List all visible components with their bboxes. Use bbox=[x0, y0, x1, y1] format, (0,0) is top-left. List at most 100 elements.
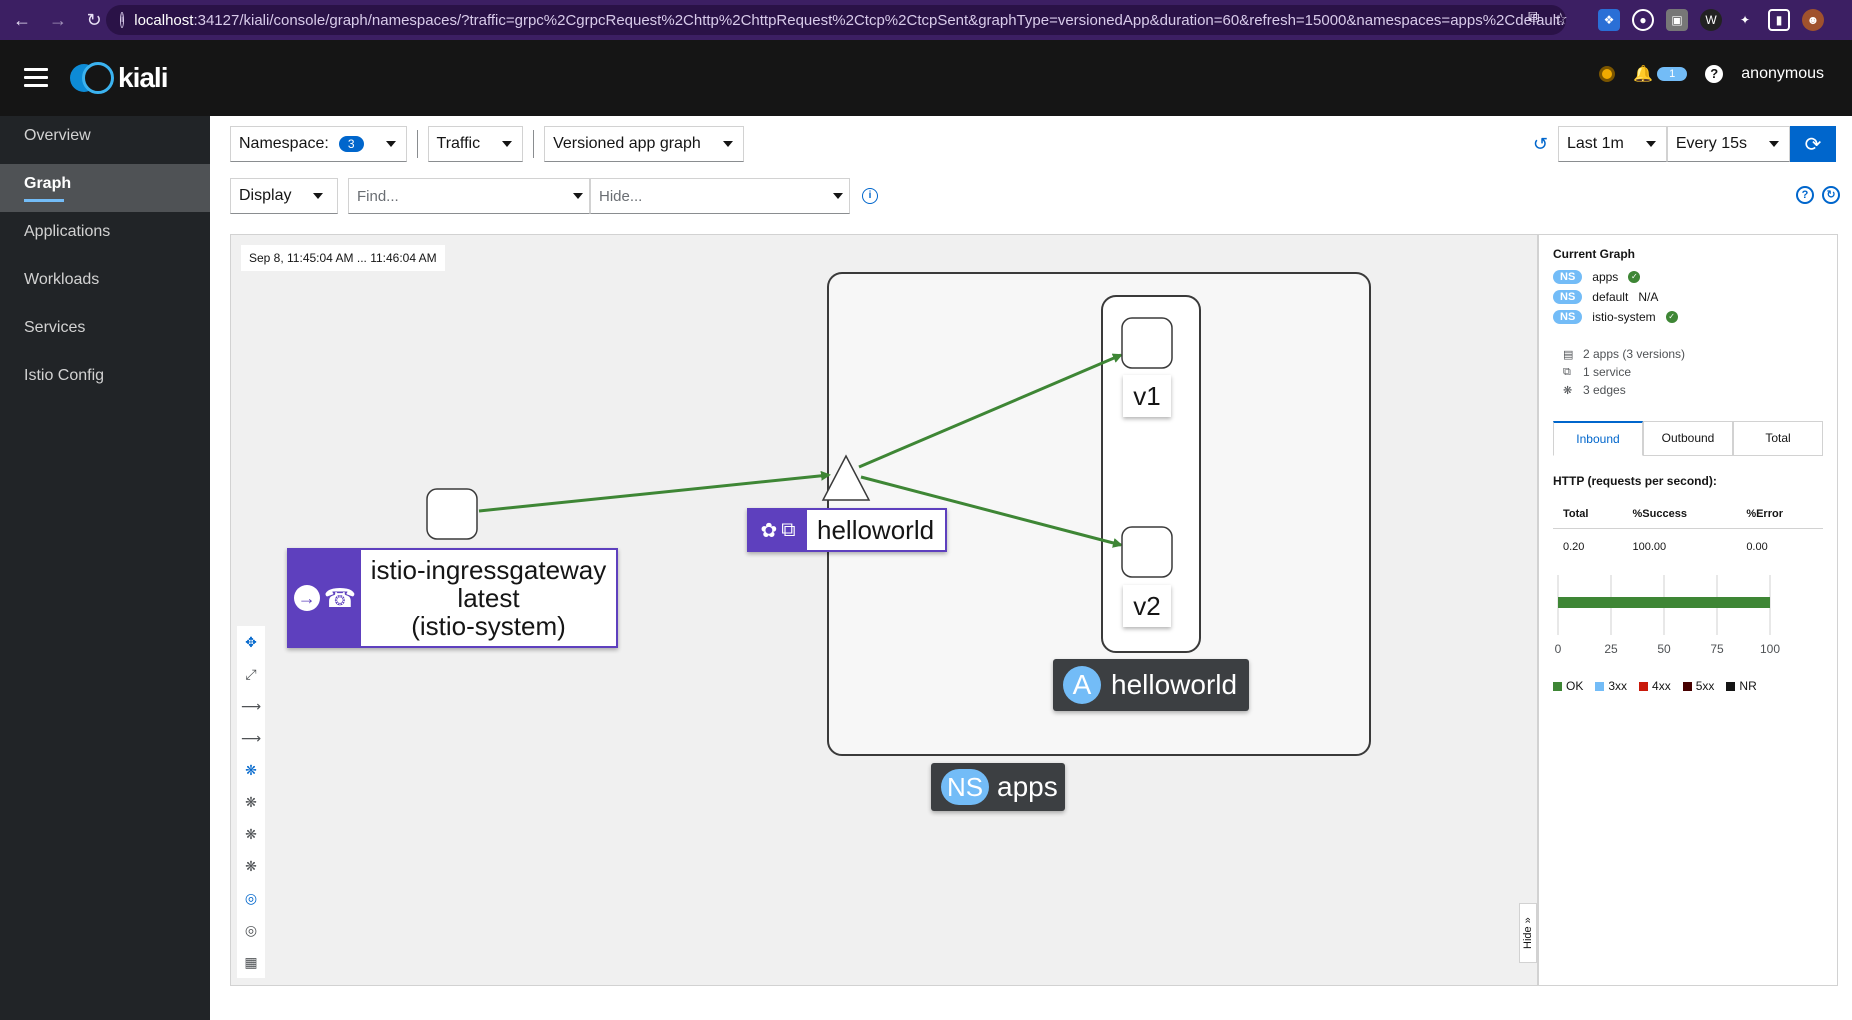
graph-type-dropdown[interactable]: Versioned app graph bbox=[544, 126, 744, 162]
ingress-node-label[interactable]: → ☎ istio-ingressgateway latest (istio-s… bbox=[287, 548, 618, 648]
namespace-layout-alt-icon[interactable]: ◎ bbox=[237, 914, 265, 946]
node-istio-ingressgateway[interactable] bbox=[426, 488, 478, 540]
profile-avatar-icon[interactable]: ☻ bbox=[1802, 9, 1824, 31]
tab-total[interactable]: Total bbox=[1733, 421, 1823, 455]
namespace-dropdown[interactable]: Namespace: 3 bbox=[230, 126, 407, 162]
extension-icon[interactable]: ❖ bbox=[1598, 9, 1620, 31]
service-node-label[interactable]: ✿ ⧉ helloworld bbox=[747, 508, 947, 552]
address-bar[interactable]: i localhost:34127/kiali/console/graph/na… bbox=[106, 5, 1566, 35]
legend-label: 4xx bbox=[1652, 679, 1671, 693]
node-helloworld-v2[interactable] bbox=[1121, 526, 1173, 578]
kiali-logo[interactable]: kiali bbox=[70, 62, 168, 94]
namespace-name[interactable]: apps bbox=[1592, 270, 1618, 284]
find-input[interactable]: Find... bbox=[348, 178, 590, 214]
extensions-puzzle-icon[interactable]: ✦ bbox=[1734, 9, 1756, 31]
graph-legend-help-icon[interactable]: ? bbox=[1796, 186, 1814, 204]
sidebar-item-workloads[interactable]: Workloads bbox=[0, 260, 210, 308]
layout-2-icon[interactable]: ❋ bbox=[237, 818, 265, 850]
app-box-label[interactable]: A helloworld bbox=[1053, 659, 1249, 711]
hide-panel-toggle[interactable]: Hide » bbox=[1519, 903, 1537, 963]
hide-history-caret-icon[interactable] bbox=[833, 193, 843, 199]
status-bar-svg: 0 25 50 75 100 bbox=[1555, 575, 1780, 656]
success-rate: 100.00 bbox=[1632, 541, 1667, 553]
app-name: helloworld bbox=[1111, 669, 1238, 700]
apps-count: 2 apps (3 versions) bbox=[1583, 347, 1686, 361]
namespace-layout-icon[interactable]: ◎ bbox=[237, 882, 265, 914]
extension-icon[interactable]: W bbox=[1700, 9, 1722, 31]
extension-icon[interactable]: ▣ bbox=[1666, 9, 1688, 31]
v2-label[interactable]: v2 bbox=[1123, 585, 1171, 627]
edges-count: 3 edges bbox=[1583, 383, 1626, 397]
ingress-text: istio-ingressgateway latest (istio-syste… bbox=[361, 550, 616, 646]
graph-help-tools: ? ↻ bbox=[1796, 186, 1840, 204]
graph-tour-icon[interactable]: ↻ bbox=[1822, 186, 1840, 204]
namespace-name[interactable]: default bbox=[1592, 290, 1628, 304]
reload-icon[interactable]: ↻ bbox=[80, 6, 108, 34]
refresh-interval-dropdown[interactable]: Every 15s bbox=[1666, 126, 1790, 162]
duration-dropdown[interactable]: Last 1m bbox=[1557, 126, 1667, 162]
forward-icon[interactable]: → bbox=[44, 6, 72, 34]
legend-label: 5xx bbox=[1695, 679, 1715, 693]
help-icon[interactable]: ? bbox=[1705, 65, 1724, 83]
total-rate: 0.20 bbox=[1563, 541, 1585, 553]
find-placeholder: Find... bbox=[357, 187, 399, 205]
legend-label: OK bbox=[1566, 679, 1584, 693]
namespace-box-label[interactable]: NS apps bbox=[931, 763, 1065, 811]
sidebar-item-services[interactable]: Services bbox=[0, 308, 210, 356]
caret-down-icon bbox=[722, 141, 733, 147]
hamburger-menu-icon[interactable] bbox=[24, 68, 48, 88]
edge-ingress-to-helloworld[interactable] bbox=[478, 470, 831, 513]
layout-default-icon[interactable]: ❋ bbox=[237, 754, 265, 786]
legend-swatch bbox=[1639, 681, 1649, 691]
cluster-status-icon[interactable] bbox=[1599, 66, 1616, 82]
tab-inbound[interactable]: Inbound bbox=[1553, 421, 1643, 456]
site-info-icon[interactable]: i bbox=[120, 12, 125, 28]
sidebar-item-graph[interactable]: Graph bbox=[0, 164, 210, 212]
layout-3-icon[interactable]: ❋ bbox=[237, 850, 265, 882]
expand-icon[interactable]: ⤢ bbox=[237, 658, 265, 690]
table-header: %Error bbox=[1736, 500, 1823, 529]
services-count: 1 service bbox=[1583, 365, 1632, 379]
ns-badge: NS bbox=[1553, 310, 1583, 324]
replay-history-icon[interactable]: ↺ bbox=[1533, 134, 1548, 155]
caret-down-icon bbox=[502, 141, 513, 147]
http-status-bar-chart: 0 25 50 75 100 bbox=[1553, 575, 1823, 675]
sidebar-item-overview[interactable]: Overview bbox=[0, 116, 210, 164]
find-hide-help-icon[interactable]: i bbox=[862, 188, 878, 204]
v1-label[interactable]: v1 bbox=[1123, 375, 1171, 417]
hide-input[interactable]: Hide... bbox=[590, 178, 850, 214]
share-icon[interactable]: ⧉ bbox=[1528, 9, 1539, 29]
side-panel-icon[interactable]: ▮ bbox=[1768, 9, 1790, 31]
zoom-out-icon[interactable]: ⟶ bbox=[237, 722, 265, 754]
ns-name: apps bbox=[997, 771, 1058, 802]
sidebar-item-istio-config[interactable]: Istio Config bbox=[0, 356, 210, 404]
refresh-button[interactable]: ⟳ bbox=[1790, 126, 1836, 162]
notifications-button[interactable]: 🔔 1 bbox=[1633, 64, 1688, 84]
traffic-dropdown[interactable]: Traffic bbox=[427, 126, 524, 162]
find-hide-toolbar: Display Find... Hide... i bbox=[230, 178, 878, 214]
namespace-name[interactable]: istio-system bbox=[1592, 310, 1655, 324]
legend-item-5xx: 5xx bbox=[1682, 679, 1715, 693]
zoom-to-fit-icon[interactable]: ✥ bbox=[237, 626, 265, 658]
display-dropdown[interactable]: Display bbox=[230, 178, 338, 214]
caret-down-icon bbox=[1769, 141, 1779, 147]
summary-panel: Current Graph NS apps ✓ NS default N/A N… bbox=[1538, 234, 1838, 986]
layout-1-icon[interactable]: ❋ bbox=[237, 786, 265, 818]
sidebar-item-applications[interactable]: Applications bbox=[0, 212, 210, 260]
legend-map-icon[interactable]: ▦ bbox=[237, 946, 265, 978]
bookmark-star-icon[interactable]: ☆ bbox=[1553, 9, 1567, 29]
node-helloworld-v1[interactable] bbox=[1121, 317, 1173, 369]
tab-outbound[interactable]: Outbound bbox=[1643, 421, 1733, 455]
sidebar-nav: Overview Graph Applications Workloads Se… bbox=[0, 116, 210, 1020]
brand-name: kiali bbox=[118, 62, 168, 93]
http-rates-table: Total %Success %Error 0.20 100.00 0.00 bbox=[1553, 500, 1823, 565]
user-menu[interactable]: anonymous bbox=[1741, 65, 1824, 83]
ok-bar[interactable] bbox=[1558, 597, 1770, 608]
zoom-in-icon[interactable]: ⟶ bbox=[237, 690, 265, 722]
back-icon[interactable]: ← bbox=[8, 6, 36, 34]
graph-canvas[interactable]: Sep 8, 11:45:04 AM ... 11:46:04 AM → ☎ i… bbox=[230, 234, 1538, 986]
find-history-caret-icon[interactable] bbox=[573, 193, 583, 199]
graph-stats: ▤ 2 apps (3 versions) ⧉ 1 service ❋ 3 edges bbox=[1563, 345, 1823, 399]
legend-swatch bbox=[1682, 681, 1692, 691]
extension-icon[interactable]: ● bbox=[1632, 9, 1654, 31]
